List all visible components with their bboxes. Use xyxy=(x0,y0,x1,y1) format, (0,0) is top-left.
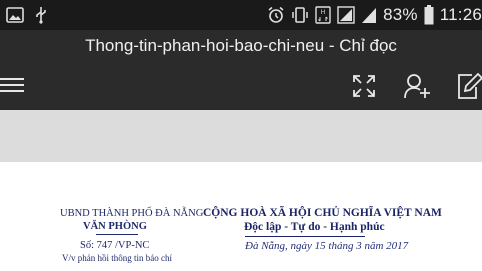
document-subject: V/v phản hồi thông tin báo chí xyxy=(62,253,172,263)
add-person-icon xyxy=(403,71,433,101)
national-motto: Độc lập - Tự do - Hạnh phúc xyxy=(244,221,385,233)
clock: 11:26 xyxy=(439,5,482,24)
status-right-icons: H 83% 11:26 xyxy=(267,4,482,26)
fullscreen-icon xyxy=(349,71,379,101)
vibrate-icon xyxy=(291,6,309,24)
office-underline xyxy=(96,234,138,235)
document-margin xyxy=(0,110,482,162)
data-icon: H xyxy=(315,6,331,24)
document-date: Đà Nẵng, ngày 15 tháng 3 năm 2017 xyxy=(245,240,409,252)
signal-icon xyxy=(361,6,377,24)
image-icon xyxy=(6,7,24,23)
alarm-icon xyxy=(267,6,285,24)
signal-icon xyxy=(337,6,355,24)
document-number: Số: 747 /VP-NC xyxy=(80,240,150,251)
title-bar: Thong-tin-phan-hoi-bao-chi-neu - Chỉ đọc xyxy=(0,30,482,62)
toolbar xyxy=(0,62,482,110)
menu-icon xyxy=(0,72,26,98)
svg-text:H: H xyxy=(321,10,325,16)
battery-percent: 83% xyxy=(383,5,418,24)
motto-underline xyxy=(245,236,365,237)
edit-button[interactable] xyxy=(456,71,482,101)
status-bar: H 83% 11:26 xyxy=(0,0,482,30)
republic-heading: CỘNG HOÀ XÃ HỘI CHỦ NGHĨA VIỆT NAM xyxy=(203,207,442,219)
battery-icon xyxy=(424,5,434,25)
org-name: UBND THÀNH PHỐ ĐÀ NẴNG xyxy=(60,208,204,219)
status-left-icons xyxy=(6,5,48,25)
usb-icon xyxy=(34,6,48,24)
edit-icon xyxy=(456,71,482,101)
office-name: VĂN PHÒNG xyxy=(83,221,147,232)
document-title: Thong-tin-phan-hoi-bao-chi-neu - Chỉ đọc xyxy=(85,36,397,55)
share-person-button[interactable] xyxy=(403,71,433,101)
fullscreen-button[interactable] xyxy=(349,71,379,101)
menu-button[interactable] xyxy=(0,72,28,100)
